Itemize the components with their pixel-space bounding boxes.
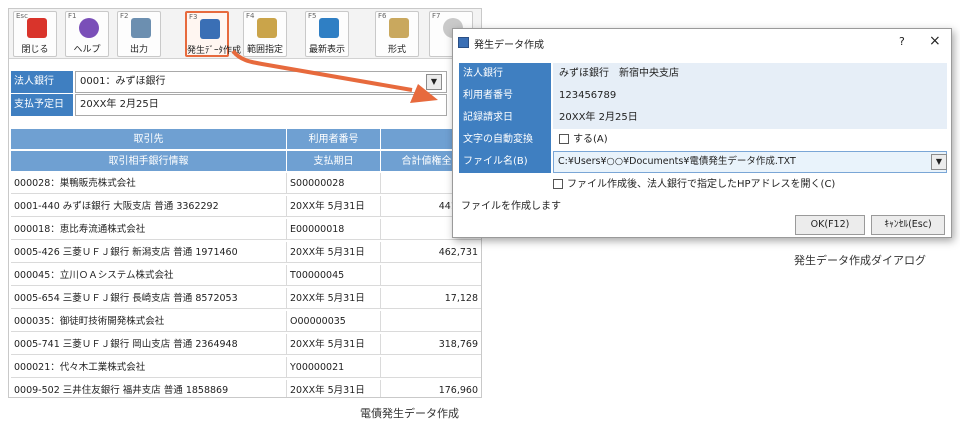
arrow-head xyxy=(410,84,438,103)
screenshot-stage: Esc 閉じる F1 ヘルプ F2 出力 F3 発生ﾃﾞｰﾀ作成 F4 範囲指定 F5 最新表示 F6 形… xyxy=(0,0,960,425)
corporate-bank-label: 法人銀行 xyxy=(459,63,551,85)
open-hp-option: ファイル作成後、法人銀行で指定したHPアドレスを開く(C) xyxy=(567,179,836,190)
auto-convert-option: する(A) xyxy=(573,134,608,145)
file-value: C:¥Users¥○○¥Documents¥電債発生データ作成.TXT xyxy=(558,156,796,167)
close-icon[interactable]: × xyxy=(929,33,941,49)
status-message: ファイルを作成します xyxy=(461,201,561,212)
chevron-down-icon[interactable]: ▼ xyxy=(931,154,947,170)
checkbox-icon[interactable] xyxy=(553,179,563,189)
auto-convert-checkbox[interactable]: する(A) xyxy=(559,129,608,151)
app-icon xyxy=(458,37,469,48)
main-caption: 電債発生データ作成 xyxy=(360,407,459,420)
corporate-bank-row: 法人銀行 みずほ銀行 新宿中央支店 xyxy=(459,63,947,85)
file-input[interactable]: C:¥Users¥○○¥Documents¥電債発生データ作成.TXT xyxy=(553,151,947,173)
auto-convert-label: 文字の自動変換 xyxy=(459,129,551,151)
file-row: ファイル名(B) C:¥Users¥○○¥Documents¥電債発生データ作成… xyxy=(459,151,947,173)
arrow-line xyxy=(231,49,413,92)
file-label: ファイル名(B) xyxy=(459,151,551,173)
create-data-dialog: 発生データ作成 ? × 法人銀行 みずほ銀行 新宿中央支店 利用者番号 1234567… xyxy=(452,28,952,238)
request-date-row: 記録請求日 20XX年 2月25日 xyxy=(459,107,947,129)
user-number-value: 123456789 xyxy=(553,85,947,107)
open-hp-checkbox[interactable]: ファイル作成後、法人銀行で指定したHPアドレスを開く(C) xyxy=(553,178,835,192)
checkbox-icon[interactable] xyxy=(559,134,569,144)
auto-convert-row: 文字の自動変換 する(A) xyxy=(459,129,947,151)
corporate-bank-value: みずほ銀行 新宿中央支店 xyxy=(553,63,947,85)
request-date-label: 記録請求日 xyxy=(459,107,551,129)
cancel-button[interactable]: ｷｬﾝｾﾙ(Esc) xyxy=(871,215,945,235)
user-number-row: 利用者番号 123456789 xyxy=(459,85,947,107)
ok-button[interactable]: OK(F12) xyxy=(795,215,865,235)
dialog-title: 発生データ作成 xyxy=(474,40,544,51)
help-icon[interactable]: ? xyxy=(899,35,905,48)
user-number-label: 利用者番号 xyxy=(459,85,551,107)
dialog-caption: 発生データ作成ダイアログ xyxy=(794,254,926,267)
dialog-titlebar: 発生データ作成 ? × xyxy=(453,29,951,57)
request-date-value: 20XX年 2月25日 xyxy=(553,107,947,129)
